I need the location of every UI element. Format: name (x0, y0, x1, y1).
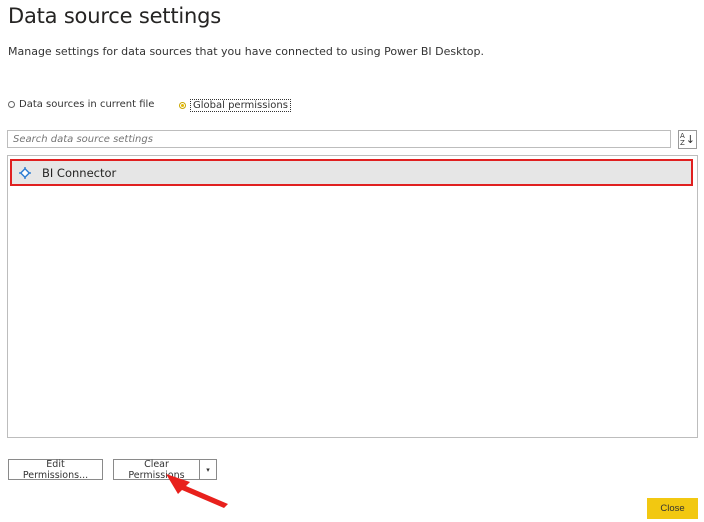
close-button[interactable]: Close (647, 498, 698, 519)
radio-global-permissions[interactable]: Global permissions (179, 99, 291, 112)
radio-checked-icon[interactable] (179, 102, 186, 109)
radio-current-file-label: Data sources in current file (19, 99, 155, 110)
sort-az-icon: A Z (679, 131, 685, 147)
sort-arrow-icon: ↓ (685, 133, 695, 146)
search-input[interactable] (7, 130, 671, 148)
sort-az-button[interactable]: A Z ↓ (678, 130, 697, 149)
connector-icon (19, 166, 31, 179)
radio-current-file[interactable]: Data sources in current file (8, 99, 154, 110)
radio-global-permissions-label: Global permissions (190, 99, 291, 112)
data-source-list[interactable]: BI Connector (7, 155, 698, 438)
dialog-title: Data source settings (8, 4, 221, 28)
edit-permissions-button[interactable]: Edit Permissions... (8, 459, 103, 481)
list-item-label: BI Connector (42, 165, 117, 180)
list-item-bi-connector[interactable]: BI Connector (10, 159, 693, 186)
annotation-arrow-icon (166, 474, 228, 508)
dialog-subtitle: Manage settings for data sources that yo… (8, 45, 484, 58)
radio-unchecked-icon[interactable] (8, 101, 15, 108)
